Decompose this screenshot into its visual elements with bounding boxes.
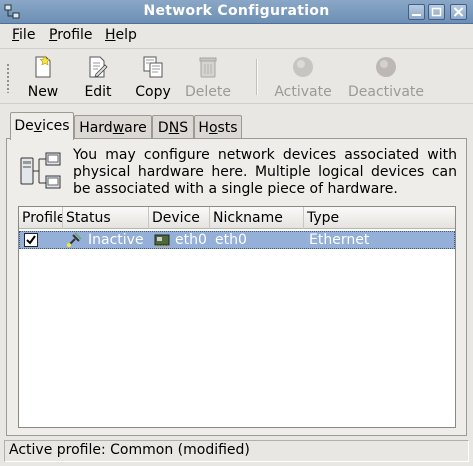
column-header-nickname[interactable]: Nickname — [210, 207, 304, 229]
tab-devices[interactable]: Devices — [10, 112, 74, 140]
activate-circle-icon — [293, 57, 313, 77]
tab-dns[interactable]: DNS — [152, 115, 194, 139]
copy-icon — [143, 56, 163, 78]
deactivate-button-label: Deactivate — [348, 84, 425, 100]
tab-hosts[interactable]: Hosts — [194, 115, 242, 139]
menu-profile[interactable]: Profile — [49, 27, 93, 43]
column-header-device[interactable]: Device — [149, 207, 210, 229]
edit-button[interactable]: Edit — [78, 53, 118, 101]
toolbar-separator — [256, 59, 258, 95]
type-cell: Ethernet — [309, 232, 370, 248]
devices-description: You may configure network devices associ… — [73, 147, 457, 197]
status-bar: Active profile: Common (modified) — [4, 440, 469, 462]
close-button[interactable] — [450, 4, 467, 20]
delete-button[interactable]: Delete — [184, 53, 232, 101]
status-cell: Inactive — [88, 232, 144, 248]
inactive-status-icon — [66, 232, 82, 252]
nickname-cell: eth0 — [215, 232, 247, 248]
checkmark-icon — [26, 235, 36, 245]
copy-button-label: Copy — [135, 84, 171, 100]
window-title: Network Configuration — [143, 3, 330, 19]
activate-button-label: Activate — [274, 84, 332, 100]
close-icon — [453, 7, 464, 17]
device-cell: eth0 — [175, 232, 207, 248]
new-button-label: New — [27, 84, 59, 100]
menu-bar: File Profile Help — [0, 24, 473, 48]
toolbar-grip-handle[interactable] — [6, 63, 10, 93]
column-header-status[interactable]: Status — [63, 207, 149, 229]
profile-checkbox[interactable] — [24, 233, 38, 247]
column-header-profile[interactable]: Profile — [19, 207, 63, 229]
edit-button-label: Edit — [84, 84, 112, 100]
edit-document-icon — [89, 56, 108, 78]
deactivate-circle-icon — [376, 57, 396, 77]
trash-icon — [199, 57, 217, 78]
delete-button-label: Delete — [185, 84, 231, 100]
minimize-button[interactable] — [408, 4, 425, 20]
network-devices-icon — [20, 152, 62, 190]
list-header: Profile Status Device Nickname Type — [19, 207, 455, 229]
table-row[interactable]: Inactive eth0 eth0 Ethernet — [19, 231, 455, 249]
maximize-button[interactable] — [428, 4, 445, 20]
new-button[interactable]: New — [22, 53, 64, 101]
maximize-icon — [431, 7, 442, 17]
tab-hardware[interactable]: Hardware — [74, 115, 152, 139]
title-bar: Network Configuration — [0, 0, 473, 24]
activate-button[interactable]: Activate — [272, 53, 334, 101]
ethernet-card-icon — [154, 232, 170, 252]
new-document-icon — [35, 55, 51, 78]
minimize-icon — [412, 14, 421, 16]
toolbar: New Edit Copy Delete Activate Deactivate — [0, 48, 473, 104]
column-header-type[interactable]: Type — [304, 207, 455, 229]
copy-button[interactable]: Copy — [131, 53, 175, 101]
deactivate-button[interactable]: Deactivate — [348, 53, 424, 101]
device-list[interactable]: Profile Status Device Nickname Type Inac… — [18, 206, 456, 428]
menu-help[interactable]: Help — [105, 27, 137, 43]
menu-file[interactable]: File — [12, 27, 35, 43]
